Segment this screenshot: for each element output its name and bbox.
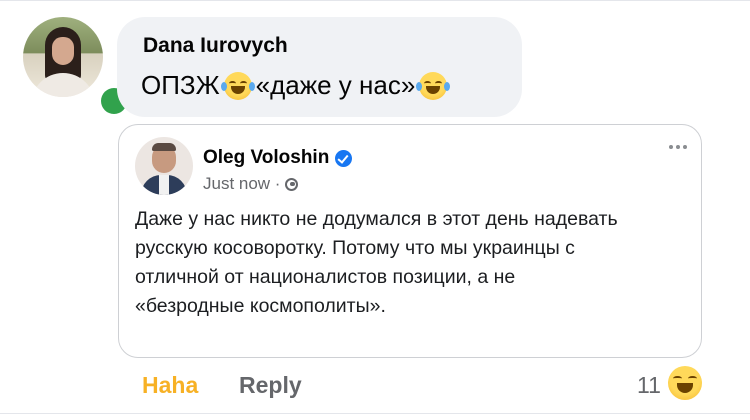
post-author-label: Oleg Voloshin	[203, 147, 330, 168]
laughing-emoji-icon	[220, 71, 255, 100]
laughing-emoji-icon	[416, 71, 451, 100]
post-meta: Just now ·	[203, 174, 299, 194]
comment-text: ОПЗЖ «даже у нас»	[141, 70, 451, 101]
comment-text-part2: «даже у нас»	[255, 70, 416, 100]
reaction-count[interactable]: 11	[637, 372, 661, 399]
post-timestamp[interactable]: Just now ·	[203, 174, 280, 194]
top-divider	[0, 0, 750, 1]
haha-reaction-icon[interactable]	[668, 366, 702, 400]
comment-bubble: Dana Iurovych ОПЗЖ «даже у нас»	[117, 17, 522, 117]
haha-reaction-button[interactable]: Haha	[142, 372, 198, 399]
post-body-text: Даже у нас никто не додумался в этот ден…	[135, 208, 618, 317]
post-author-name[interactable]: Oleg Voloshin	[203, 147, 353, 169]
avatar-shoulders	[31, 73, 95, 97]
embedded-post-card[interactable]: Oleg Voloshin Just now · Даже у нас никт…	[118, 124, 702, 358]
avatar-face	[52, 37, 74, 65]
globe-icon	[285, 177, 299, 191]
avatar[interactable]	[23, 17, 103, 97]
post-author-avatar[interactable]	[135, 137, 193, 195]
comment-author[interactable]: Dana Iurovych	[143, 34, 288, 58]
more-options-icon[interactable]	[669, 145, 687, 149]
comment-text-part1: ОПЗЖ	[141, 70, 220, 100]
commenter-avatar-wrap[interactable]	[23, 17, 127, 114]
verified-badge-icon	[335, 149, 353, 167]
reply-button[interactable]: Reply	[239, 372, 302, 399]
